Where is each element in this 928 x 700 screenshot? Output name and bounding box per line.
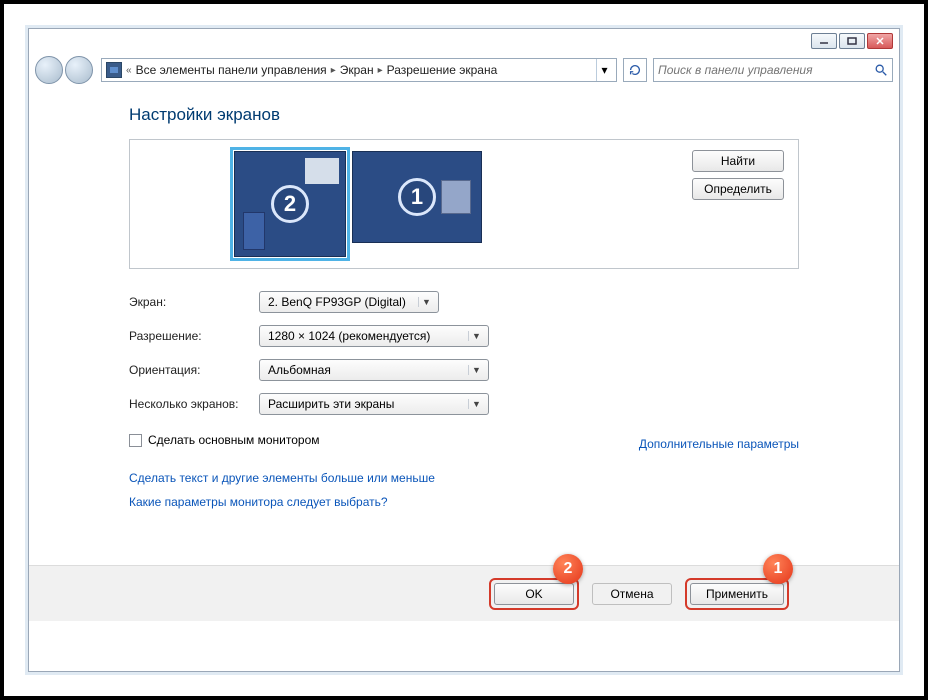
resize-items-link[interactable]: Сделать текст и другие элементы больше и… [129,471,799,485]
toolbar-row: « Все элементы панели управления ▸ Экран… [29,53,899,87]
minimize-button[interactable] [811,33,837,49]
chevron-down-icon: ▼ [468,365,484,375]
advanced-settings-link[interactable]: Дополнительные параметры [639,437,799,451]
multiple-displays-label: Несколько экранов: [129,397,259,411]
chevron-down-icon: ▼ [468,331,484,341]
control-panel-icon [106,62,122,78]
dialog-button-bar: 2 OK Отмена 1 Применить [29,565,899,621]
search-icon [874,63,888,77]
dropdown-value: 2. BenQ FP93GP (Digital) [268,295,406,309]
breadcrumb-segment[interactable]: Все элементы панели управления [136,63,327,77]
make-primary-checkbox[interactable] [129,434,142,447]
chevron-down-icon: ▼ [418,297,434,307]
search-box[interactable] [653,58,893,82]
resolution-label: Разрешение: [129,329,259,343]
window-frame: « Все элементы панели управления ▸ Экран… [28,28,900,672]
refresh-button[interactable] [623,58,647,82]
address-bar[interactable]: « Все элементы панели управления ▸ Экран… [101,58,617,82]
nav-forward-button[interactable] [65,56,93,84]
which-settings-link[interactable]: Какие параметры монитора следует выбрать… [129,495,799,509]
cancel-button[interactable]: Отмена [592,583,672,605]
identify-button[interactable]: Определить [692,178,784,200]
dropdown-value: 1280 × 1024 (рекомендуется) [268,329,430,343]
maximize-button[interactable] [839,33,865,49]
callout-ok: 2 OK [489,578,579,610]
screen-label: Экран: [129,295,259,309]
address-dropdown-button[interactable]: ▾ [596,59,612,81]
multiple-displays-dropdown[interactable]: Расширить эти экраны ▼ [259,393,489,415]
dropdown-value: Расширить эти экраны [268,397,394,411]
detect-button[interactable]: Найти [692,150,784,172]
page-title: Настройки экранов [129,105,799,125]
dropdown-value: Альбомная [268,363,331,377]
make-primary-label: Сделать основным монитором [148,433,320,447]
orientation-dropdown[interactable]: Альбомная ▼ [259,359,489,381]
search-input[interactable] [658,63,874,77]
chevron-right-icon: ▸ [378,65,383,76]
window-controls [811,33,893,49]
callout-badge-1: 1 [763,554,793,584]
breadcrumb-segment[interactable]: Разрешение экрана [387,63,498,77]
monitor-2[interactable]: 2 [234,151,346,257]
monitor-decoration [441,180,471,214]
ok-button[interactable]: OK [494,583,574,605]
close-button[interactable] [867,33,893,49]
breadcrumb-chevron: « [126,65,132,76]
callout-apply: 1 Применить [685,578,789,610]
orientation-label: Ориентация: [129,363,259,377]
chevron-down-icon: ▼ [468,399,484,409]
display-preview-area: 2 1 Найти Определить [129,139,799,269]
callout-badge-2: 2 [553,554,583,584]
chevron-right-icon: ▸ [331,65,336,76]
apply-button[interactable]: Применить [690,583,784,605]
monitor-number: 1 [398,178,436,216]
screen-dropdown[interactable]: 2. BenQ FP93GP (Digital) ▼ [259,291,439,313]
nav-back-button[interactable] [35,56,63,84]
breadcrumb-segment[interactable]: Экран [340,63,374,77]
monitor-decoration [243,212,265,250]
monitor-1[interactable]: 1 [352,151,482,243]
monitor-decoration [305,158,339,184]
resolution-dropdown[interactable]: 1280 × 1024 (рекомендуется) ▼ [259,325,489,347]
monitor-number: 2 [271,185,309,223]
